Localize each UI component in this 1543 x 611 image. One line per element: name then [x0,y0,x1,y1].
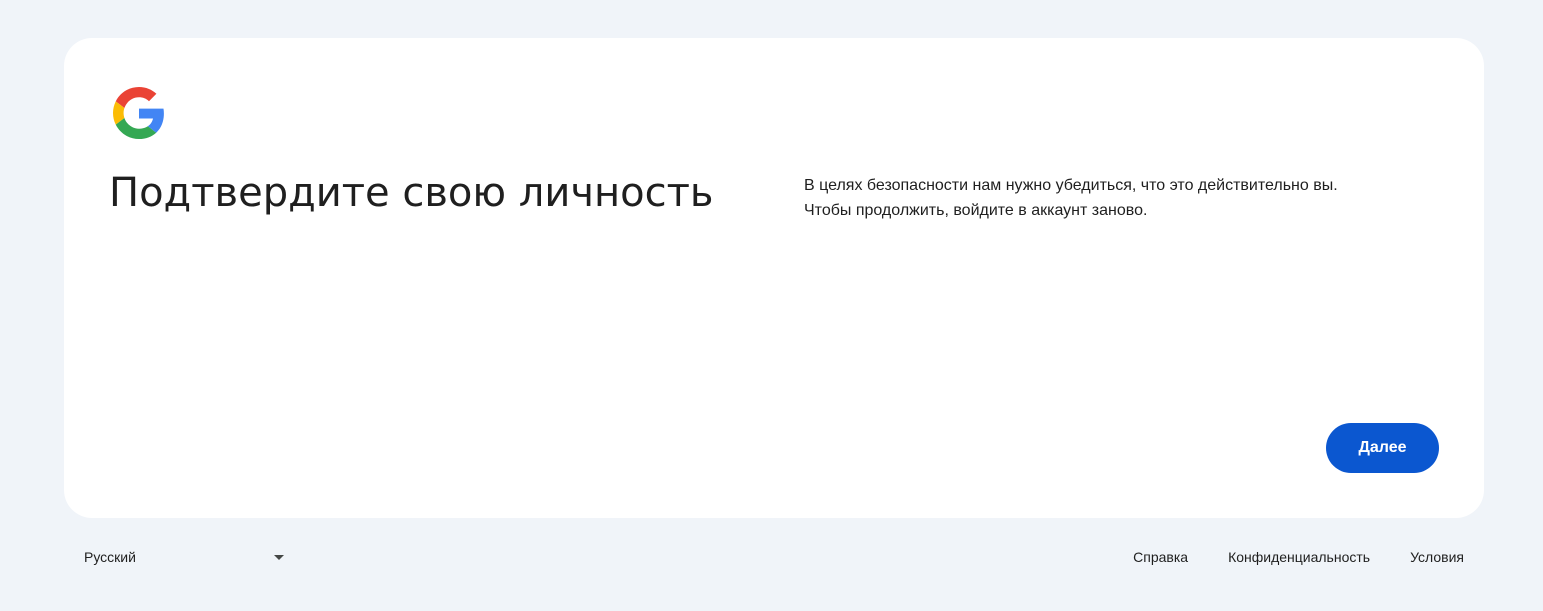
description-line-2: Чтобы продолжить, войдите в аккаунт зано… [804,202,1148,219]
caret-down-icon [274,554,284,560]
next-button[interactable]: Далее [1326,423,1439,473]
page-title: Подтвердите свою личность [109,170,714,216]
privacy-link[interactable]: Конфиденциальность [1208,549,1390,565]
description-line-1: В целях безопасности нам нужно убедиться… [804,177,1338,194]
google-g-icon [113,87,164,139]
language-select-value: Русский [84,549,136,565]
terms-link[interactable]: Условия [1390,549,1484,565]
footer: Русский Справка Конфиденциальность Услов… [64,538,1484,578]
verify-identity-card: Подтвердите свою личность В целях безопа… [64,38,1484,518]
security-description: В целях безопасности нам нужно убедиться… [804,173,1444,223]
language-select[interactable]: Русский [72,538,296,576]
google-logo-icon [113,87,165,139]
help-link[interactable]: Справка [1113,549,1208,565]
footer-links: Справка Конфиденциальность Условия [1113,538,1484,576]
